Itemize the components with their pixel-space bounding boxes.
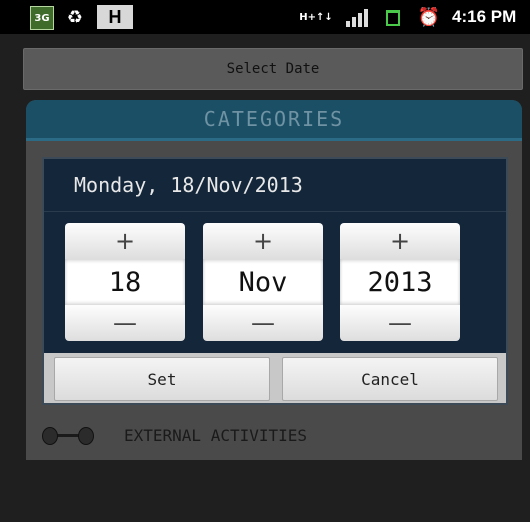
categories-title: CATEGORIES — [26, 100, 522, 141]
select-date-button[interactable]: Select Date — [23, 48, 523, 90]
hplus-icon: H+ ↑↓ — [299, 6, 333, 28]
year-spinner: + 2013 — — [340, 223, 460, 341]
month-increment-button[interactable]: + — [203, 223, 323, 259]
dialog-title: Monday, 18/Nov/2013 — [74, 173, 303, 197]
year-increment-button[interactable]: + — [340, 223, 460, 259]
set-button[interactable]: Set — [54, 357, 270, 401]
recycle-icon: ♻ — [66, 6, 84, 28]
dialog-button-bar: Set Cancel — [44, 353, 506, 403]
cancel-button[interactable]: Cancel — [282, 357, 498, 401]
year-decrement-button[interactable]: — — [340, 305, 460, 341]
day-spinner: + 18 — — [65, 223, 185, 341]
signal-icon — [345, 9, 369, 27]
dialog-divider — [44, 211, 506, 212]
month-spinner: + Nov — — [203, 223, 323, 341]
alarm-icon: ⏰ — [417, 6, 441, 28]
category-item-label: EXTERNAL ACTIVITIES — [124, 425, 308, 445]
status-bar: 3G ♻ H H+ ↑↓ ⏰ 4:16 PM — [0, 0, 530, 34]
dumbbell-icon — [40, 422, 96, 448]
clock-time: 4:16 PM — [452, 7, 517, 26]
h-icon: H — [97, 5, 133, 29]
battery-icon — [386, 10, 400, 26]
day-value[interactable]: 18 — [65, 259, 185, 305]
category-item-external-activities[interactable]: EXTERNAL ACTIVITIES — [26, 410, 522, 460]
month-decrement-button[interactable]: — — [203, 305, 323, 341]
data-arrows: ↑↓ — [316, 11, 333, 23]
hplus-label: H+ — [299, 11, 316, 23]
day-decrement-button[interactable]: — — [65, 305, 185, 341]
day-increment-button[interactable]: + — [65, 223, 185, 259]
month-value[interactable]: Nov — [203, 259, 323, 305]
date-picker-dialog: Monday, 18/Nov/2013 + 18 — + Nov — + 201… — [42, 157, 508, 405]
year-value[interactable]: 2013 — [340, 259, 460, 305]
3g-icon: 3G — [30, 6, 54, 30]
